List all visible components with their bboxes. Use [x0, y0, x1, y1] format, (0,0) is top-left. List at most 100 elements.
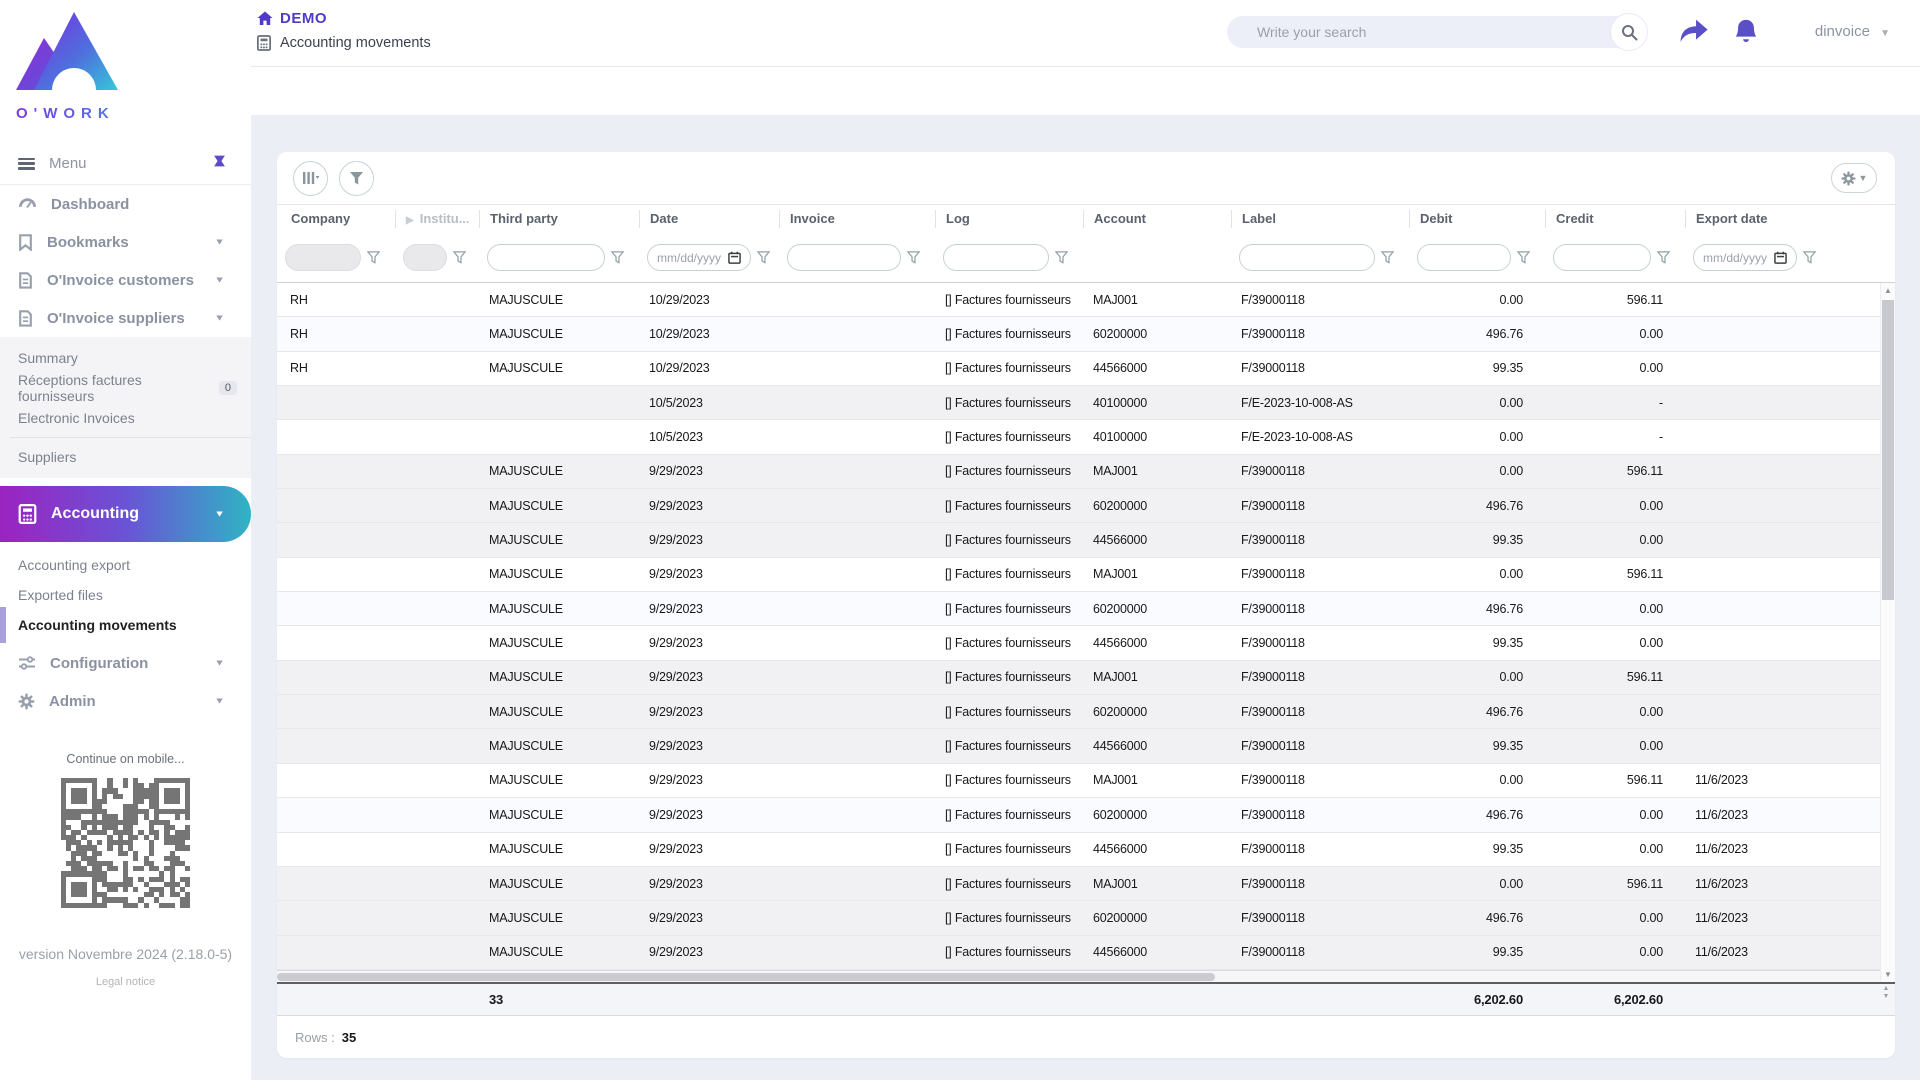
- table-row[interactable]: 10/5/2023[] Factures fournisseurs4010000…: [277, 386, 1895, 420]
- search-input[interactable]: [1257, 24, 1557, 40]
- filter-input-label[interactable]: [1239, 244, 1375, 271]
- columns-button[interactable]: [293, 161, 328, 196]
- search-button[interactable]: [1610, 13, 1648, 51]
- table-row[interactable]: MAJUSCULE9/29/2023[] Factures fournisseu…: [277, 833, 1895, 867]
- column-header-account[interactable]: Account: [1083, 210, 1231, 228]
- cell-account: 44566000: [1083, 945, 1231, 959]
- table-row[interactable]: RHMAJUSCULE10/29/2023[] Factures fournis…: [277, 352, 1895, 386]
- filter-date-input-date[interactable]: mm/dd/yyyy: [647, 244, 751, 271]
- cell-debit: 0.00: [1409, 430, 1545, 444]
- submenu-item-summary[interactable]: Summary: [0, 343, 251, 373]
- cell-date: 10/29/2023: [639, 361, 779, 375]
- filter-funnel-icon[interactable]: [757, 251, 770, 264]
- table-row[interactable]: MAJUSCULE9/29/2023[] Factures fournisseu…: [277, 901, 1895, 935]
- table-row[interactable]: MAJUSCULE9/29/2023[] Factures fournisseu…: [277, 558, 1895, 592]
- breadcrumb-home[interactable]: DEMO: [257, 10, 431, 27]
- filter-input-debit[interactable]: [1417, 244, 1511, 271]
- column-header-label: Invoice: [790, 211, 835, 226]
- search-icon: [1621, 24, 1638, 41]
- filter-funnel-icon[interactable]: [1657, 251, 1670, 264]
- submenu-item-accounting-export[interactable]: Accounting export: [0, 550, 251, 580]
- filter-funnel-icon[interactable]: [367, 251, 380, 264]
- cell-date: 9/29/2023: [639, 464, 779, 478]
- table-row[interactable]: MAJUSCULE9/29/2023[] Factures fournisseu…: [277, 661, 1895, 695]
- menu-toggle[interactable]: Menu: [0, 143, 251, 185]
- sidebar-item-dashboard[interactable]: Dashboard: [0, 185, 251, 223]
- sidebar-item-accounting[interactable]: Accounting ▼: [0, 486, 251, 542]
- vertical-scrollbar[interactable]: ▲ ▼: [1880, 283, 1895, 982]
- cell-label: F/39000118: [1231, 499, 1409, 513]
- cell-log: [] Factures fournisseurs: [935, 842, 1083, 856]
- filter-funnel-icon[interactable]: [1803, 251, 1816, 264]
- hscroll-thumb[interactable]: [277, 973, 1215, 981]
- table-row[interactable]: MAJUSCULE9/29/2023[] Factures fournisseu…: [277, 764, 1895, 798]
- column-header-label[interactable]: Label: [1231, 210, 1409, 228]
- column-header-institution[interactable]: ▶Institu...: [395, 210, 479, 228]
- column-header-third_party[interactable]: Third party: [479, 210, 639, 228]
- filter-input-credit[interactable]: [1553, 244, 1651, 271]
- filter-input-invoice[interactable]: [787, 244, 901, 271]
- sidebar-item-bookmarks[interactable]: Bookmarks ▼: [0, 223, 251, 261]
- user-menu[interactable]: dinvoice ▼: [1815, 23, 1890, 40]
- scroll-down-arrow[interactable]: ▼: [1881, 970, 1895, 979]
- notifications-button[interactable]: [1733, 18, 1759, 50]
- cell-account: MAJ001: [1083, 567, 1231, 581]
- table-row[interactable]: RHMAJUSCULE10/29/2023[] Factures fournis…: [277, 283, 1895, 317]
- table-row[interactable]: MAJUSCULE9/29/2023[] Factures fournisseu…: [277, 626, 1895, 660]
- column-header-invoice[interactable]: Invoice: [779, 210, 935, 228]
- table-row[interactable]: MAJUSCULE9/29/2023[] Factures fournisseu…: [277, 592, 1895, 626]
- table-row[interactable]: MAJUSCULE9/29/2023[] Factures fournisseu…: [277, 798, 1895, 832]
- table-row[interactable]: MAJUSCULE9/29/2023[] Factures fournisseu…: [277, 729, 1895, 763]
- cell-log: [] Factures fournisseurs: [935, 567, 1083, 581]
- table-row[interactable]: MAJUSCULE9/29/2023[] Factures fournisseu…: [277, 867, 1895, 901]
- filter-funnel-icon[interactable]: [907, 251, 920, 264]
- table-row[interactable]: 10/5/2023[] Factures fournisseurs4010000…: [277, 420, 1895, 454]
- table-row[interactable]: MAJUSCULE9/29/2023[] Factures fournisseu…: [277, 455, 1895, 489]
- scroll-up-arrow[interactable]: ▲: [1881, 286, 1895, 295]
- filter-input-third_party[interactable]: [487, 244, 605, 271]
- vscroll-thumb[interactable]: [1882, 300, 1894, 600]
- filter-button[interactable]: [339, 161, 374, 196]
- filter-input-log[interactable]: [943, 244, 1049, 271]
- table-row[interactable]: MAJUSCULE9/29/2023[] Factures fournisseu…: [277, 523, 1895, 557]
- column-header-credit[interactable]: Credit: [1545, 210, 1685, 228]
- submenu-item-suppliers[interactable]: Suppliers: [0, 442, 251, 472]
- table-row[interactable]: MAJUSCULE9/29/2023[] Factures fournisseu…: [277, 695, 1895, 729]
- sidebar-item-oinvoice-customers[interactable]: O'Invoice customers ▼: [0, 261, 251, 299]
- column-header-company[interactable]: Company: [277, 210, 395, 228]
- table-row[interactable]: MAJUSCULE9/29/2023[] Factures fournisseu…: [277, 489, 1895, 523]
- submenu-item-receptions[interactable]: Réceptions factures fournisseurs 0: [0, 373, 251, 403]
- filter-cell-debit: [1409, 244, 1545, 271]
- submenu-item-exported-files[interactable]: Exported files: [0, 580, 251, 610]
- filter-funnel-icon[interactable]: [1381, 251, 1394, 264]
- horizontal-scrollbar[interactable]: [277, 970, 1895, 982]
- pin-icon[interactable]: [212, 154, 227, 173]
- filter-funnel-icon[interactable]: [611, 251, 624, 264]
- sidebar-item-configuration[interactable]: Configuration ▼: [0, 644, 251, 682]
- filter-funnel-icon[interactable]: [1517, 251, 1530, 264]
- chevron-down-icon: ▼: [214, 658, 225, 668]
- submenu-item-accounting-movements[interactable]: Accounting movements: [0, 610, 251, 640]
- submenu-label: Exported files: [18, 587, 103, 603]
- cell-third_party: MAJUSCULE: [479, 670, 639, 684]
- filter-date-input-export_date[interactable]: mm/dd/yyyy: [1693, 244, 1797, 271]
- share-button[interactable]: [1679, 18, 1709, 49]
- summary-scroll-arrows[interactable]: ▲▼: [1880, 985, 1892, 1001]
- expand-column-icon[interactable]: ▶: [406, 215, 414, 226]
- legal-notice-link[interactable]: Legal notice: [0, 976, 251, 988]
- table-row[interactable]: MAJUSCULE9/29/2023[] Factures fournisseu…: [277, 936, 1895, 970]
- column-header-debit[interactable]: Debit: [1409, 210, 1545, 228]
- cell-third_party: MAJUSCULE: [479, 808, 639, 822]
- sidebar-item-oinvoice-suppliers[interactable]: O'Invoice suppliers ▼: [0, 299, 251, 337]
- filter-funnel-icon[interactable]: [1055, 251, 1068, 264]
- cell-log: [] Factures fournisseurs: [935, 877, 1083, 891]
- column-header-date[interactable]: Date: [639, 210, 779, 228]
- cell-third_party: MAJUSCULE: [479, 464, 639, 478]
- grid-settings-button[interactable]: ▼: [1831, 163, 1877, 193]
- filter-funnel-icon[interactable]: [453, 251, 466, 264]
- submenu-item-electronic-invoices[interactable]: Electronic Invoices: [0, 403, 251, 433]
- table-row[interactable]: RHMAJUSCULE10/29/2023[] Factures fournis…: [277, 317, 1895, 351]
- sidebar-item-admin[interactable]: Admin ▼: [0, 682, 251, 720]
- column-header-export_date[interactable]: Export date: [1685, 210, 1879, 228]
- column-header-log[interactable]: Log: [935, 210, 1083, 228]
